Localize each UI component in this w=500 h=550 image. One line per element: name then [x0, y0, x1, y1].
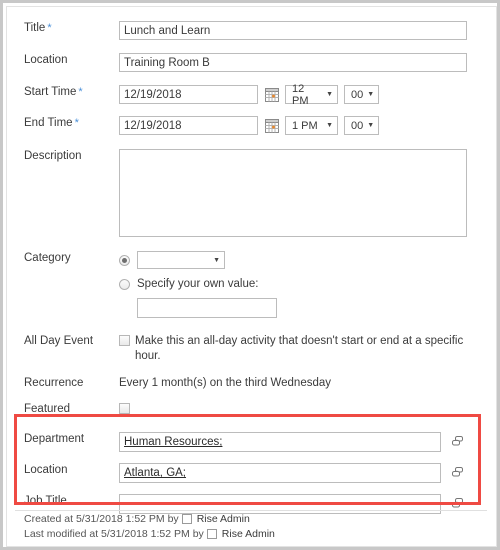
end-time-label: End Time: [24, 117, 73, 129]
job-title-label: Job Title: [24, 495, 67, 507]
pp-location-field-cell: Atlanta, GA;: [119, 463, 496, 483]
end-time-label-cell: End Time *: [7, 116, 119, 130]
title-input[interactable]: [119, 21, 467, 40]
title-label-cell: Title *: [7, 21, 119, 35]
created-text: Created at 5/31/2018 1:52 PM by: [24, 513, 179, 525]
end-hour-value: 1 PM: [292, 119, 318, 132]
all-day-event-field-cell: Make this an all-day activity that doesn…: [119, 334, 496, 364]
category-field-cell: ▼ Specify your own value:: [119, 251, 496, 318]
dialog-window: Title* Location Start Time*: [0, 0, 500, 550]
start-hour-value: 12 PM: [292, 82, 309, 107]
title-required-asterisk: *: [47, 22, 52, 34]
form-row-start-time: Start Time * 12/19/2018 12 PM ▼ 00 ▼: [7, 82, 496, 107]
recurrence-value: Every 1 month(s) on the third Wednesday: [119, 377, 332, 389]
form-row-pp-location: Location Atlanta, GA;: [7, 463, 496, 483]
department-label-cell: Department: [7, 432, 119, 446]
recurrence-label: Recurrence: [24, 377, 84, 389]
start-minute-select[interactable]: 00 ▼: [344, 85, 379, 104]
category-custom-label: Specify your own value:: [137, 278, 259, 290]
modified-text: Last modified at 5/31/2018 1:52 PM by: [24, 528, 204, 540]
event-form: Title* Location Start Time*: [7, 7, 496, 514]
created-meta: Created at 5/31/2018 1:52 PM by Rise Adm…: [24, 513, 250, 525]
pp-location-people-picker[interactable]: Atlanta, GA;: [119, 463, 441, 483]
department-value: Human Resources;: [124, 436, 223, 448]
modified-meta: Last modified at 5/31/2018 1:52 PM by Ri…: [24, 528, 275, 540]
calendar-icon[interactable]: [265, 87, 279, 102]
category-select[interactable]: ▼: [137, 251, 225, 269]
calendar-icon[interactable]: [265, 118, 279, 133]
end-time-required-asterisk: *: [74, 117, 79, 129]
dialog-content: Title* Location Start Time*: [6, 6, 497, 547]
end-date-input[interactable]: [119, 116, 258, 135]
title-label: Title: [24, 22, 46, 34]
form-row-department: Department Human Resources;: [7, 432, 496, 452]
location-label-cell: Location: [7, 53, 119, 67]
category-custom-input[interactable]: [137, 298, 277, 318]
start-minute-value: 00: [351, 88, 364, 101]
address-book-icon[interactable]: [450, 466, 466, 480]
department-people-picker[interactable]: Human Resources;: [119, 432, 441, 452]
modified-user: Rise Admin: [221, 528, 275, 540]
category-dropdown-radio[interactable]: [119, 254, 130, 266]
location-input[interactable]: [119, 53, 467, 72]
start-time-label-cell: Start Time *: [7, 85, 119, 99]
form-row-featured: Featured: [7, 402, 496, 416]
address-book-icon[interactable]: [450, 435, 466, 449]
all-day-event-label-cell: All Day Event: [7, 334, 119, 348]
description-textarea[interactable]: [119, 149, 467, 237]
department-label: Department: [24, 433, 85, 445]
all-day-event-label: All Day Event: [24, 335, 94, 347]
category-label-cell: Category: [7, 251, 119, 265]
featured-label: Featured: [24, 403, 71, 415]
end-minute-value: 00: [351, 119, 364, 132]
end-hour-select[interactable]: 1 PM ▼: [285, 116, 338, 135]
presence-indicator-icon: [206, 529, 217, 539]
recurrence-label-cell: Recurrence: [7, 376, 119, 390]
start-hour-select[interactable]: 12 PM ▼: [285, 82, 338, 107]
form-row-all-day-event: All Day Event Make this an all-day activ…: [7, 334, 496, 364]
form-footer: Created at 5/31/2018 1:52 PM by Rise Adm…: [7, 511, 496, 546]
featured-checkbox[interactable]: [119, 403, 130, 414]
start-time-required-asterisk: *: [78, 86, 83, 98]
all-day-event-checkbox[interactable]: [119, 335, 130, 346]
form-row-description: Description: [7, 149, 496, 237]
chevron-down-icon: ▼: [326, 122, 333, 129]
title-field-cell: [119, 21, 496, 40]
category-option-dropdown[interactable]: ▼: [119, 251, 231, 269]
form-row-recurrence: Recurrence Every 1 month(s) on the third…: [7, 376, 496, 391]
recurrence-field-cell: Every 1 month(s) on the third Wednesday: [119, 376, 496, 391]
category-option-custom[interactable]: Specify your own value:: [119, 277, 258, 292]
form-row-end-time: End Time * 12/19/2018 1 PM ▼ 00 ▼: [7, 116, 496, 135]
job-title-label-cell: Job Title: [7, 494, 119, 508]
chevron-down-icon: ▼: [367, 122, 375, 129]
pp-location-label-cell: Location: [7, 463, 119, 477]
address-book-icon[interactable]: [450, 497, 466, 511]
form-row-location: Location: [7, 53, 496, 72]
location-field-cell: [119, 53, 496, 72]
form-row-title: Title *: [7, 21, 496, 40]
description-field-cell: [119, 149, 496, 237]
featured-label-cell: Featured: [7, 402, 119, 416]
start-date-input[interactable]: [119, 85, 258, 104]
description-label-cell: Description: [7, 149, 119, 163]
created-user: Rise Admin: [196, 513, 250, 525]
all-day-event-text: Make this an all-day activity that doesn…: [135, 335, 464, 362]
end-minute-select[interactable]: 00 ▼: [344, 116, 379, 135]
form-row-category: Category ▼ Specify your own value:: [7, 251, 496, 318]
location-label: Location: [24, 54, 68, 66]
department-field-cell: Human Resources;: [119, 432, 496, 452]
pp-location-label: Location: [24, 464, 68, 476]
presence-indicator-icon: [181, 514, 192, 524]
chevron-down-icon: ▼: [326, 91, 333, 98]
category-label: Category: [24, 252, 71, 264]
end-time-field-cell: 1 PM ▼ 00 ▼: [119, 116, 496, 135]
category-custom-radio[interactable]: [119, 279, 130, 290]
chevron-down-icon: ▼: [367, 91, 375, 98]
start-time-field-cell: 12 PM ▼ 00 ▼: [119, 82, 496, 107]
description-label: Description: [24, 150, 82, 162]
pp-location-value: Atlanta, GA;: [124, 467, 187, 479]
start-time-label: Start Time: [24, 86, 77, 98]
chevron-down-icon: ▼: [213, 256, 220, 264]
featured-field-cell: [119, 402, 496, 414]
